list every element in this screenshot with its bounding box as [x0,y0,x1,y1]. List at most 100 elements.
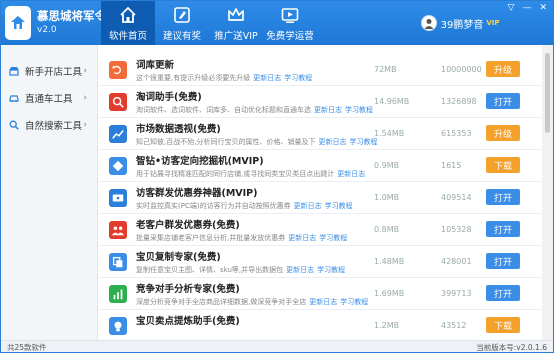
download-count: 399713 [441,289,472,298]
software-list: 词库更新 这个很重要,有提示升级必须要先升级 更新日志 学习教程 72MB 1000000… [98,45,542,340]
changelog-link[interactable]: 更新日志 [309,298,337,306]
software-title[interactable]: 竞争对手分析专家(免费) [136,281,240,295]
refresh-icon [109,61,127,79]
coupon-icon [109,189,127,207]
changelog-link[interactable]: 更新日志 [253,74,281,82]
home-icon [120,6,136,23]
download-count: 615353 [441,129,472,138]
list-item: 智钻•访客定向挖掘机(MVIP) 用于钻展寻找精准匹配的同行店铺,或寻找同类宝贝类… [98,150,542,182]
open-button[interactable]: 打开 [486,189,520,205]
bulb-icon [109,317,127,335]
software-title[interactable]: 词库更新 [136,57,174,71]
sidebar-item-natural-search-tools[interactable]: 自然搜索工具 › [1,115,97,135]
main-tabs: 软件首页 建议有奖 推广送VIP 免费学运营 [101,1,317,45]
tab-promote-vip[interactable]: 推广送VIP [209,1,263,45]
file-size: 14.96MB [374,97,410,106]
username[interactable]: 39鹏梦音 [441,16,484,31]
description-text: 实时监控真实(PC端)的访客行为并自动按照优惠券 [136,202,291,210]
tutorial-link[interactable]: 学习教程 [325,202,353,210]
tutorial-link[interactable]: 学习教程 [317,266,345,274]
open-button[interactable]: 打开 [486,93,520,109]
open-button[interactable]: 打开 [486,253,520,269]
tutorial-link[interactable]: 学习教程 [345,106,373,114]
window-controls: ▽ — ✕ [508,1,547,45]
software-description: 实时监控真实(PC端)的访客行为并自动按照优惠券 更新日志 学习教程 [136,201,353,211]
software-title[interactable]: 淘词助手(免费) [136,89,202,103]
list-item: 宝贝复制专家(免费) 复制任意宝贝主图、详情、sku等,并导出数据包 更新日志 学习教… [98,246,542,278]
download-count: 105328 [441,225,472,234]
open-button[interactable]: 打开 [486,285,520,301]
chevron-right-icon: › [83,93,87,103]
download-button[interactable]: 下载 [486,157,520,173]
edit-icon [174,7,190,23]
sidebar-item-through-train-tools[interactable]: 直通车工具 › [1,88,97,108]
file-size: 1.0MB [374,193,400,202]
tutorial-link[interactable]: 学习教程 [319,234,347,242]
software-title[interactable]: 宝贝卖点提炼助手(免费) [136,313,240,327]
tab-suggest[interactable]: 建议有奖 [155,1,209,45]
group-icon [109,221,127,239]
file-size: 1.2MB [374,321,400,330]
download-count: 1615 [441,161,462,170]
changelog-link[interactable]: 更新日志 [337,170,365,178]
diamond-icon [109,157,127,175]
software-title[interactable]: 市场数据透视(免费) [136,121,221,135]
changelog-link[interactable]: 更新日志 [314,106,342,114]
top-bar: 慕思城将军令 v2.0 软件首页 建议有奖 推广送VIP 免费学运营 39鹏梦音… [1,1,553,45]
sidebar-item-label: 直通车工具 [25,94,73,105]
tutorial-link[interactable]: 学习教程 [349,138,377,146]
sidebar-item-label: 新手开店工具 [25,67,83,78]
upgrade-button[interactable]: 升级 [486,61,520,77]
search-icon [109,93,127,111]
software-description: 批量采集店铺老客户信息分析,并批量发放优惠券 更新日志 学习教程 [136,233,347,243]
status-bar: 共25款软件 当前版本号:v2.0.1.6 [1,340,553,352]
app-name: 慕思城将军令 [37,9,106,23]
minimize-button[interactable]: — [522,3,531,13]
app-logo-icon [5,6,31,40]
scrollbar-thumb[interactable] [545,53,550,133]
video-icon [281,8,299,23]
chart-icon [109,285,127,303]
menu-dropdown-button[interactable]: ▽ [508,3,515,13]
open-button[interactable]: 打开 [486,221,520,237]
car-icon [9,93,19,103]
download-count: 10000000 [441,65,482,74]
tutorial-link[interactable]: 学习教程 [340,298,368,306]
software-description: 用于钻展寻找精准匹配的同行店铺,或寻找同类宝贝类目点出跳计 更新日志 [136,169,365,179]
software-description: 这个很重要,有提示升级必须要先升级 更新日志 学习教程 [136,73,312,83]
changelog-link[interactable]: 更新日志 [288,234,316,242]
tab-suggest-label: 建议有奖 [162,31,201,42]
crown-icon [228,8,244,21]
tab-promote-vip-label: 推广送VIP [214,31,258,42]
software-title[interactable]: 访客群发优惠券神器(MVIP) [136,185,258,199]
sidebar-item-new-shop-tools[interactable]: 新手开店工具 › [1,61,97,81]
download-count: 428001 [441,257,472,266]
sidebar: 新手开店工具 › 直通车工具 › 自然搜索工具 › [1,45,98,340]
list-item: 老客户群发优惠券(免费) 批量采集店铺老客户信息分析,并批量发放优惠券 更新日志 学习… [98,214,542,246]
list-item: 竞争对手分析专家(免费) 深度分析竞争对手全店商品详细数据,做深竞争对手全店 更新日… [98,278,542,310]
tab-free-learning[interactable]: 免费学运营 [263,1,317,45]
upgrade-button[interactable]: 升级 [486,125,520,141]
close-button[interactable]: ✕ [539,3,547,13]
software-title[interactable]: 宝贝复制专家(免费) [136,249,221,263]
description-text: 知己知彼,百战不殆,分析同行宝贝的属性、价格、销量及下 [136,138,316,146]
software-title[interactable]: 老客户群发优惠券(免费) [136,217,240,231]
file-size: 0.9MB [374,161,400,170]
search-icon [9,120,19,130]
avatar[interactable] [420,15,437,31]
changelog-link[interactable]: 更新日志 [286,266,314,274]
description-text: 批量采集店铺老客户信息分析,并批量发放优惠券 [136,234,286,242]
chevron-right-icon: › [83,120,87,130]
tab-home[interactable]: 软件首页 [101,1,155,45]
scrollbar[interactable] [542,45,553,340]
tutorial-link[interactable]: 学习教程 [284,74,312,82]
list-item: 淘词助手(免费) 淘词软件、选词软件、词库多、自动优化标题和直通车选 更新日志 学习教… [98,86,542,118]
list-item: 访客群发优惠券神器(MVIP) 实时监控真实(PC端)的访客行为并自动按照优惠券更… [98,182,542,214]
changelog-link[interactable]: 更新日志 [318,138,346,146]
changelog-link[interactable]: 更新日志 [294,202,322,210]
software-title[interactable]: 智钻•访客定向挖掘机(MVIP) [136,153,264,167]
download-count: 1326898 [441,97,477,106]
software-description: 知己知彼,百战不殆,分析同行宝贝的属性、价格、销量及下 更新日志 学习教程 [136,137,377,147]
list-item: 宝贝卖点提炼助手(免费) 1.2MB 43512 下载 [98,310,542,340]
download-button[interactable]: 下载 [486,317,520,333]
